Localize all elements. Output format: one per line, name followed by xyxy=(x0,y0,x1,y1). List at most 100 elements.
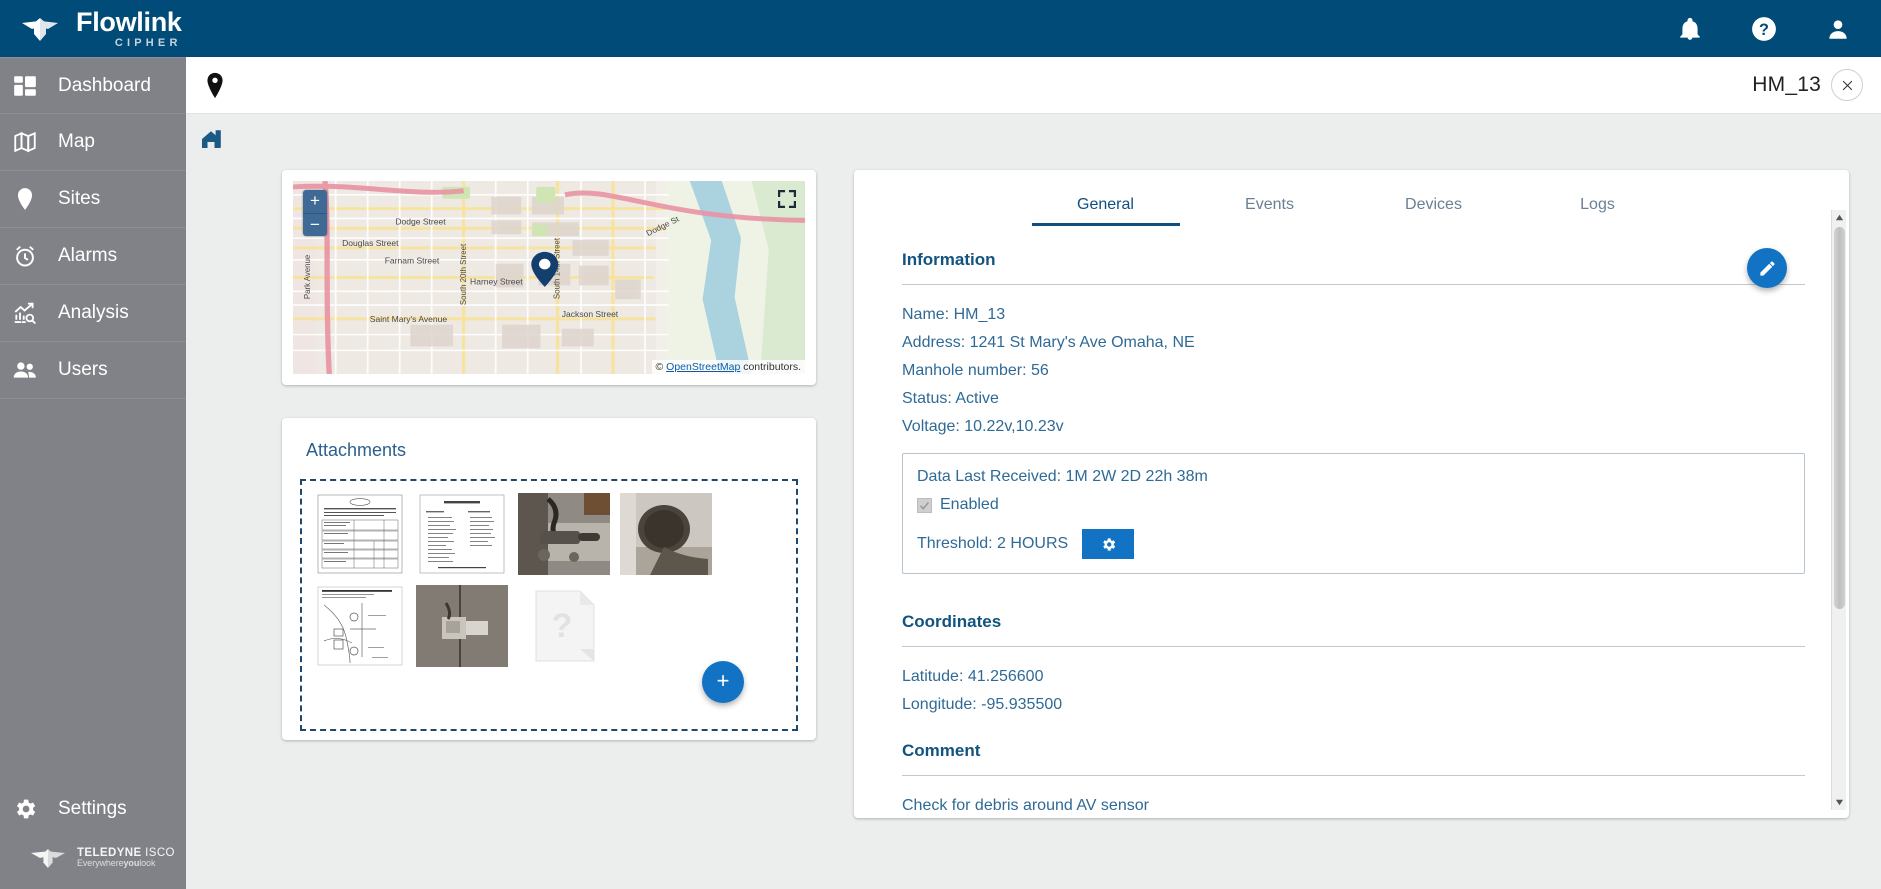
tab-devices[interactable]: Devices xyxy=(1352,184,1516,226)
section-divider xyxy=(902,284,1805,285)
svg-text:Park Avenue: Park Avenue xyxy=(303,254,312,299)
photo-thumbnail[interactable] xyxy=(416,585,508,667)
document-thumbnail[interactable] xyxy=(416,493,508,575)
sidebar-item-map[interactable]: Map xyxy=(0,114,186,171)
page-title-left xyxy=(204,72,226,99)
help-icon[interactable]: ? xyxy=(1751,16,1777,42)
sidebar: Dashboard Map Sites Alarms Analysis User… xyxy=(0,57,186,889)
scroll-up-arrow-icon[interactable] xyxy=(1832,210,1847,225)
data-last-received-box: Data Last Received: 1M 2W 2D 22h 38m Ena… xyxy=(902,453,1805,574)
tab-events[interactable]: Events xyxy=(1188,184,1352,226)
threshold-label: Threshold: 2 HOURS xyxy=(917,535,1069,552)
main-area: HM_13 Dodge Street Douglas Street Farnam… xyxy=(186,57,1881,889)
map-zoom-out-button[interactable]: − xyxy=(303,213,327,236)
enabled-checkbox[interactable] xyxy=(917,497,932,513)
content-area: Dodge Street Douglas Street Farnam Stree… xyxy=(186,162,1881,889)
account-icon[interactable] xyxy=(1825,16,1851,42)
openstreetmap-link[interactable]: OpenStreetMap xyxy=(666,361,740,373)
sidebar-item-label: Settings xyxy=(58,798,127,819)
photo-thumbnail[interactable] xyxy=(518,493,610,575)
comment-heading: Comment xyxy=(902,741,981,760)
section-divider xyxy=(902,775,1805,776)
scroll-down-arrow-icon[interactable] xyxy=(1832,795,1847,810)
sidebar-item-analysis[interactable]: Analysis xyxy=(0,285,186,342)
app-root: Flowlink CIPHER ? Dashboard Map Sites Al… xyxy=(0,0,1881,889)
attachments-card: Attachments ? + xyxy=(282,418,816,740)
sidebar-item-label: Users xyxy=(58,359,108,380)
checkmark-icon xyxy=(920,501,930,510)
gear-icon xyxy=(1102,537,1115,551)
sidebar-item-dashboard[interactable]: Dashboard xyxy=(0,57,186,114)
info-address: Address: 1241 St Mary's Ave Omaha, NE xyxy=(902,334,1195,351)
users-icon xyxy=(12,357,38,383)
sidebar-item-sites[interactable]: Sites xyxy=(0,171,186,228)
location-pin-icon xyxy=(12,186,38,212)
attribution-suffix: contributors. xyxy=(740,361,801,373)
edit-button[interactable] xyxy=(1747,248,1787,288)
threshold-settings-button[interactable] xyxy=(1082,529,1135,559)
tab-general[interactable]: General xyxy=(1024,184,1188,226)
dashboard-icon xyxy=(12,73,38,99)
map-viewport[interactable]: Dodge Street Douglas Street Farnam Stree… xyxy=(293,181,805,374)
home-site-icon[interactable] xyxy=(200,126,226,150)
teledyne-mark-icon xyxy=(31,849,65,868)
chart-search-icon xyxy=(12,300,38,326)
location-pin-icon xyxy=(204,72,226,99)
page-title: HM_13 xyxy=(1752,73,1821,96)
brand-logo[interactable]: Flowlink CIPHER xyxy=(18,8,182,49)
pencil-edit-icon xyxy=(1759,260,1775,276)
info-name: Name: HM_13 xyxy=(902,306,1006,323)
teledyne-isco-logo: TELEDYNE ISCO Everywhereyoulook xyxy=(0,837,186,889)
brand-subtitle: CIPHER xyxy=(114,36,182,49)
notifications-icon[interactable] xyxy=(1677,16,1703,42)
detail-scrollbar[interactable] xyxy=(1831,210,1846,810)
tagline-part-3: look xyxy=(139,858,156,869)
latitude-value: Latitude: 41.256600 xyxy=(902,668,1044,685)
sidebar-item-alarms[interactable]: Alarms xyxy=(0,228,186,285)
attachments-row xyxy=(314,493,786,575)
sidebar-nav: Dashboard Map Sites Alarms Analysis User… xyxy=(0,57,186,399)
svg-text:Douglas Street: Douglas Street xyxy=(342,239,399,248)
map-zoom-controls: + − xyxy=(303,190,327,236)
threshold-row: Threshold: 2 HOURS xyxy=(917,529,1790,559)
right-column: General Events Devices Logs Information … xyxy=(816,162,1881,889)
comment-section: Comment Check for debris around AV senso… xyxy=(902,741,1805,818)
site-detail-card: General Events Devices Logs Information … xyxy=(854,170,1849,818)
information-section: Information Name: HM_13 Address: 1241 St… xyxy=(854,250,1849,818)
fullscreen-icon[interactable] xyxy=(777,189,797,209)
photo-thumbnail[interactable] xyxy=(620,493,712,575)
enabled-checkbox-row[interactable]: Enabled xyxy=(917,493,1790,517)
tagline-part-1: Everywhere xyxy=(77,858,124,869)
body-row: Dashboard Map Sites Alarms Analysis User… xyxy=(0,57,1881,889)
left-column: Dodge Street Douglas Street Farnam Stree… xyxy=(186,162,816,889)
svg-text:?: ? xyxy=(552,607,573,645)
information-heading: Information xyxy=(902,250,996,269)
brand-text: Flowlink CIPHER xyxy=(76,8,182,49)
info-manhole-number: Manhole number: 56 xyxy=(902,362,1049,379)
sidebar-item-label: Sites xyxy=(58,188,101,209)
top-actions: ? xyxy=(1677,16,1851,42)
document-thumbnail[interactable] xyxy=(314,585,406,667)
coordinates-section: Coordinates Latitude: 41.256600 Longitud… xyxy=(902,612,1805,719)
document-thumbnail[interactable] xyxy=(314,493,406,575)
site-map-card: Dodge Street Douglas Street Farnam Stree… xyxy=(282,170,816,385)
enabled-label: Enabled xyxy=(940,496,999,513)
svg-text:Farnam Street: Farnam Street xyxy=(385,257,440,266)
sidebar-item-label: Analysis xyxy=(58,302,129,323)
svg-text:?: ? xyxy=(1759,20,1769,38)
comment-text: Check for debris around AV sensor xyxy=(902,797,1149,814)
svg-text:Jackson Street: Jackson Street xyxy=(562,310,619,319)
map-zoom-in-button[interactable]: + xyxy=(303,190,327,213)
info-status: Status: Active xyxy=(902,390,999,407)
sidebar-item-settings[interactable]: Settings xyxy=(0,781,186,837)
attachments-dropzone[interactable]: ? + xyxy=(300,479,798,731)
close-button[interactable] xyxy=(1831,69,1863,101)
sidebar-item-label: Alarms xyxy=(58,245,118,266)
alarm-clock-icon xyxy=(12,243,38,269)
add-attachment-button[interactable]: + xyxy=(702,661,744,703)
unknown-file-thumbnail[interactable]: ? xyxy=(518,585,610,667)
data-last-received-text: Data Last Received: 1M 2W 2D 22h 38m xyxy=(917,468,1208,485)
tab-logs[interactable]: Logs xyxy=(1516,184,1680,226)
sidebar-item-users[interactable]: Users xyxy=(0,342,186,399)
scrollbar-thumb[interactable] xyxy=(1834,227,1845,609)
